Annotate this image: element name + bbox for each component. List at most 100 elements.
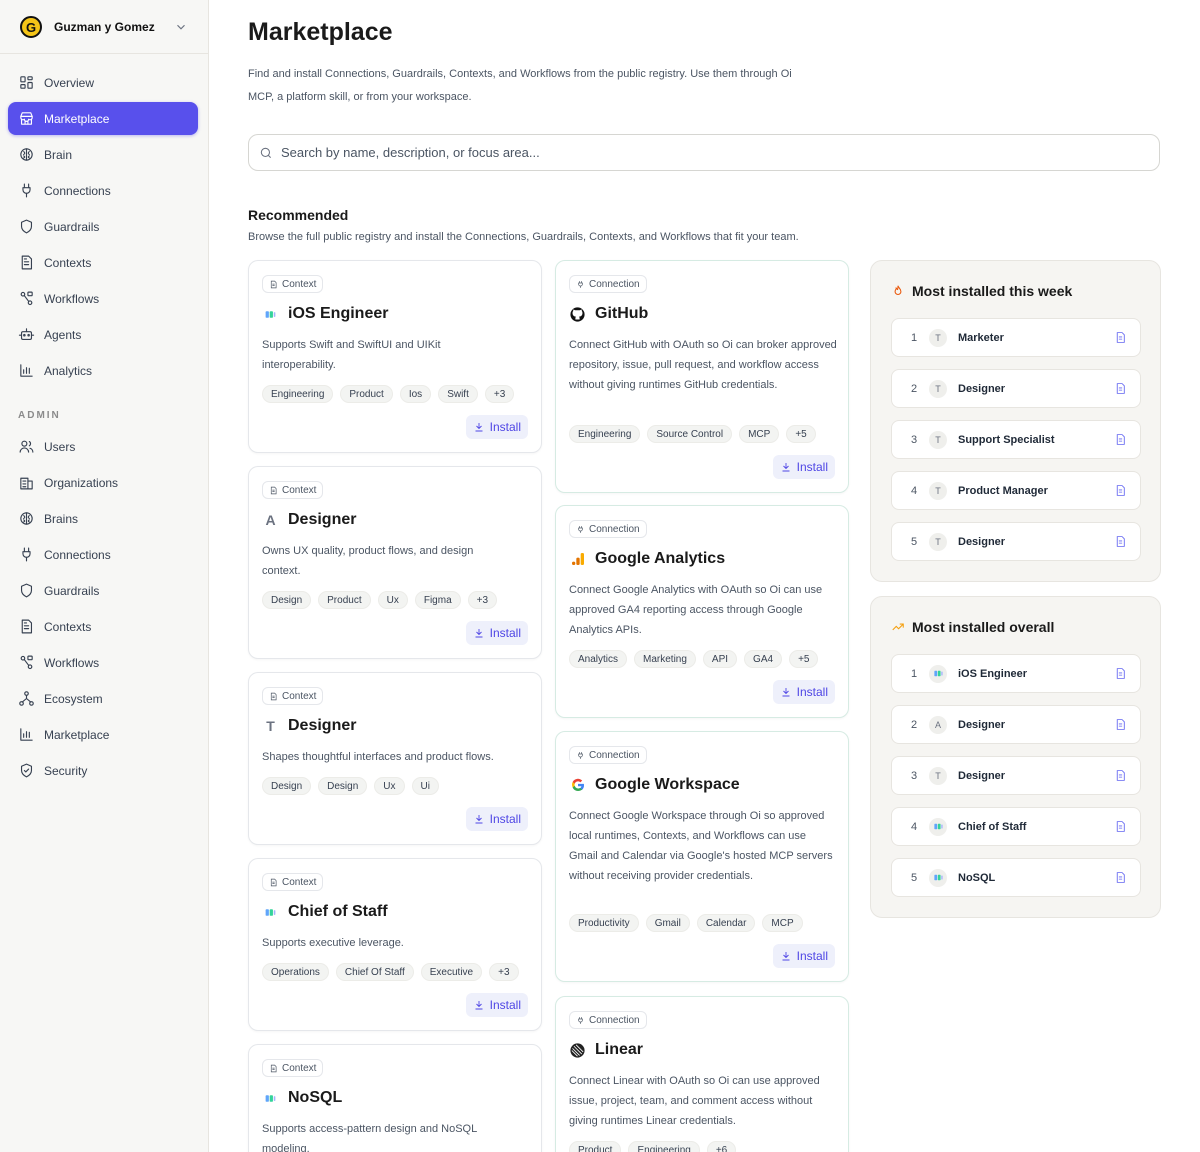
sidebar-item-brain[interactable]: Brain [8,138,198,171]
card-description: Connect Linear with OAuth so Oi can use … [569,1075,820,1127]
brain-icon [18,146,35,163]
sidebar-item-guardrails[interactable]: Guardrails [8,210,198,243]
connection-card[interactable]: Connection Google Workspace Connect Google… [555,731,849,982]
flame-icon [891,284,905,298]
tag: +5 [789,650,819,668]
install-button[interactable]: Install [772,680,835,704]
tag: Source Control [647,425,733,443]
avatar: T [929,766,947,785]
item-name: Designer [958,769,1006,782]
tag-list: Productivity Gmail Calendar MCP [569,914,803,932]
tag: Chief Of Staff [335,963,414,981]
document-icon [1114,535,1127,548]
download-icon [780,461,792,473]
type-badge: Context [262,481,324,499]
badge-label: Connection [589,278,640,290]
ranked-item[interactable]: 2 A Designer [891,705,1141,744]
sidebar-admin-item-brains[interactable]: Brains [8,502,198,535]
rank: 3 [910,433,918,446]
document-icon [269,1064,278,1073]
context-card[interactable]: Context Chief of Staff Supports executive … [248,858,542,1031]
context-card[interactable]: Context NoSQL Supports access-pattern desi… [248,1044,542,1152]
install-button[interactable]: Install [772,455,835,479]
card-title: A Designer [262,511,356,529]
type-badge: Connection [569,746,647,764]
connection-card[interactable]: Connection GitHub Connect GitHub with OAut… [555,260,849,493]
download-icon [473,421,485,433]
rank: 3 [910,769,918,782]
tag: +6 [706,1141,737,1152]
sidebar-admin-item-security[interactable]: Security [8,754,198,787]
card-title-text: Chief of Staff [288,903,388,920]
org-switcher[interactable]: G Guzman y Gomez [8,8,200,46]
download-icon [780,950,792,962]
card-description: Shapes thoughtful interfaces and product… [262,751,494,763]
install-button[interactable]: Install [465,415,528,439]
ranked-item[interactable]: 5 NoSQL [891,858,1141,897]
sidebar-item-workflows[interactable]: Workflows [8,282,198,315]
workflow-icon [18,654,35,671]
ranked-item[interactable]: 5 T Designer [891,522,1141,561]
install-label: Install [796,949,828,963]
ranked-item[interactable]: 4 T Product Manager [891,471,1141,510]
download-icon [473,813,485,825]
ranked-item[interactable]: 3 T Support Specialist [891,420,1141,459]
tag: Product [318,591,371,609]
squares-icon [262,1090,279,1107]
search-box[interactable] [248,134,1160,171]
ranked-item[interactable]: 4 Chief of Staff [891,807,1141,846]
connection-card[interactable]: Connection Linear Connect Linear with OAut… [555,996,849,1152]
nav-label: Analytics [44,363,93,378]
install-button[interactable]: Install [465,807,528,831]
connection-card[interactable]: Connection Google Analytics Connect Google… [555,505,849,718]
sidebar-item-analytics[interactable]: Analytics [8,354,198,387]
install-label: Install [489,626,521,640]
card-title-text: NoSQL [288,1089,343,1106]
sidebar-item-contexts[interactable]: Contexts [8,246,198,279]
tag-list: Product Engineering +6 [569,1141,737,1152]
tag: Engineering [569,425,641,443]
search-input[interactable] [281,145,1131,160]
context-card[interactable]: Context T Designer Shapes thoughtful interf… [248,672,542,845]
type-badge: Context [262,687,324,705]
sidebar-admin-item-marketplace[interactable]: Marketplace [8,718,198,751]
tag: GA4 [744,650,783,668]
tag: MCP [762,914,803,932]
context-card[interactable]: Context iOS Engineer Supports Swift and Sw… [248,260,542,453]
tag: Product [569,1141,622,1152]
sidebar-item-agents[interactable]: Agents [8,318,198,351]
chevron-down-icon [177,24,185,30]
install-button[interactable]: Install [465,621,528,645]
document-icon [1114,484,1127,497]
sidebar: G Guzman y Gomez Overview Marketplace Brai… [0,0,209,1152]
document-icon [269,486,278,495]
document-icon [1114,331,1127,344]
sidebar-admin-item-workflows[interactable]: Workflows [8,646,198,679]
panel-title: Most installed overall [891,619,1054,635]
shield-icon [18,218,35,235]
sidebar-admin-item-users[interactable]: Users [8,430,198,463]
nav-label: Brain [44,147,73,162]
sidebar-admin-item-ecosystem[interactable]: Ecosystem [8,682,198,715]
ranked-item[interactable]: 1 iOS Engineer [891,654,1141,693]
sidebar-admin-item-organizations[interactable]: Organizations [8,466,198,499]
nav-label: Workflows [44,291,100,306]
nav-label: Guardrails [44,219,100,234]
card-title: Chief of Staff [262,903,388,921]
install-button[interactable]: Install [465,993,528,1017]
sidebar-item-marketplace[interactable]: Marketplace [8,102,198,135]
context-card[interactable]: Context A Designer Owns UX quality, product… [248,466,542,659]
tag: API [702,650,738,668]
card-description: Connect Google Workspace through Oi so a… [569,810,833,882]
ranked-item[interactable]: 1 T Marketer [891,318,1141,357]
ranked-item[interactable]: 2 T Designer [891,369,1141,408]
card-title: Linear [569,1041,643,1059]
install-button[interactable]: Install [772,944,835,968]
ranked-item[interactable]: 3 T Designer [891,756,1141,795]
sidebar-admin-item-connections[interactable]: Connections [8,538,198,571]
sidebar-item-overview[interactable]: Overview [8,66,198,99]
sidebar-admin-item-contexts[interactable]: Contexts [8,610,198,643]
sidebar-admin-item-guardrails[interactable]: Guardrails [8,574,198,607]
tag: Swift [438,385,478,403]
sidebar-item-connections[interactable]: Connections [8,174,198,207]
